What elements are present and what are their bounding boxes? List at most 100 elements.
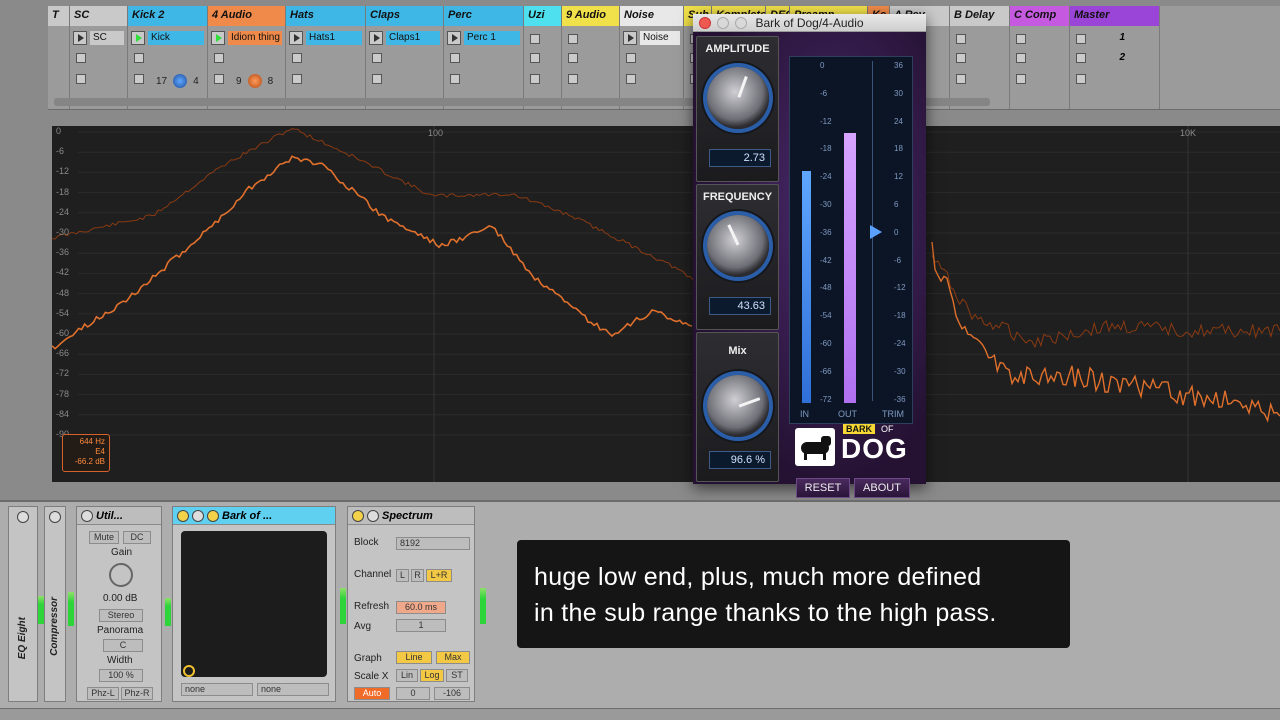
arm-button-icon[interactable] [372, 74, 382, 84]
clip-stop-icon[interactable] [214, 53, 224, 63]
track-0[interactable]: T [48, 6, 70, 109]
graph-line-button[interactable]: Line [396, 651, 432, 664]
arm-button-icon[interactable] [76, 74, 86, 84]
plugin-titlebar[interactable]: Bark of Dog/4-Audio [693, 14, 926, 32]
clip-slot[interactable]: Claps1 [369, 30, 440, 46]
arm-button-icon[interactable] [1016, 74, 1026, 84]
clip-stop-icon[interactable] [292, 53, 302, 63]
arm-button-icon[interactable] [956, 74, 966, 84]
track-3[interactable]: 4 Audio Idiom thing 9 8 [208, 6, 286, 109]
track-4[interactable]: Hats Hats1 [286, 6, 366, 109]
track-7[interactable]: Uzi [524, 6, 562, 109]
clip-stop-icon[interactable] [76, 53, 86, 63]
arm-button-icon[interactable] [626, 74, 636, 84]
bark-of-dog-device[interactable]: Bark of ... none none [172, 506, 336, 702]
stop-button-icon[interactable] [530, 34, 540, 44]
clip-launch-icon[interactable] [131, 31, 145, 45]
track-header[interactable]: Perc [444, 6, 523, 26]
utility-device[interactable]: Util... Mute DC Gain 0.00 dB Stereo Pano… [76, 506, 162, 702]
frequency-knob[interactable] [707, 215, 769, 277]
auto-button[interactable]: Auto [354, 687, 390, 700]
track-16[interactable]: B Delay [950, 6, 1010, 109]
clip-stop-icon[interactable] [626, 53, 636, 63]
clip-name[interactable]: Perc 1 [464, 31, 520, 45]
track-header[interactable]: 9 Audio [562, 6, 619, 26]
clip-stop-icon[interactable] [568, 53, 578, 63]
track-8[interactable]: 9 Audio [562, 6, 620, 109]
utility-mute-button[interactable]: Mute [89, 531, 119, 544]
about-button[interactable]: ABOUT [854, 478, 910, 498]
track-header[interactable]: Kick 2 [128, 6, 207, 26]
utility-power-button[interactable] [81, 509, 93, 522]
clip-stop-icon[interactable] [1016, 53, 1026, 63]
bark-power-button[interactable] [177, 509, 189, 522]
avg-value[interactable]: 1 [396, 619, 446, 632]
refresh-value[interactable]: 60.0 ms [396, 601, 446, 614]
arm-button-icon[interactable] [450, 74, 460, 84]
bark-plugin-panel[interactable] [181, 531, 327, 677]
utility-dc-button[interactable]: DC [123, 531, 151, 544]
track-header[interactable]: Master [1070, 6, 1159, 26]
scale-log-button[interactable]: Log [420, 669, 444, 682]
scene-number[interactable]: 2 [1119, 52, 1125, 63]
minimize-window-button[interactable] [717, 17, 729, 29]
track-header[interactable]: Hats [286, 6, 365, 26]
track-header[interactable]: Noise [620, 6, 683, 26]
channel-l-button[interactable]: L [396, 569, 409, 582]
clip-name[interactable]: Idiom thing [228, 31, 282, 45]
close-window-button[interactable] [699, 17, 711, 29]
track-17[interactable]: C Comp [1010, 6, 1070, 109]
mix-value[interactable]: 96.6 % [709, 451, 771, 469]
compressor-device[interactable]: Compressor [44, 506, 66, 702]
clip-name[interactable]: SC [90, 31, 124, 45]
clip-stop-icon[interactable] [1076, 53, 1086, 63]
spectrum-device[interactable]: Spectrum Block 8192 Channel L R L+R Refr… [347, 506, 475, 702]
utility-phz-l-button[interactable]: Phz-L [87, 687, 119, 700]
track-5[interactable]: Claps Claps1 [366, 6, 444, 109]
zoom-window-button[interactable] [735, 17, 747, 29]
eq-eight-power-button[interactable] [17, 511, 29, 523]
trim-handle[interactable] [870, 225, 882, 239]
clip-launch-icon[interactable] [447, 31, 461, 45]
track-header[interactable]: C Comp [1010, 6, 1069, 26]
stop-button-icon[interactable] [1076, 34, 1086, 44]
spectrum-fold-button[interactable] [367, 509, 379, 522]
clip-launch-icon[interactable] [289, 31, 303, 45]
clip-name[interactable]: Hats1 [306, 31, 362, 45]
send-value[interactable]: 17 [156, 76, 167, 87]
clip-launch-icon[interactable] [623, 31, 637, 45]
clip-stop-icon[interactable] [530, 53, 540, 63]
clip-slot[interactable]: Perc 1 [447, 30, 520, 46]
arm-button-icon[interactable] [214, 74, 224, 84]
clip-launch-icon[interactable] [369, 31, 383, 45]
bark-fold-button[interactable] [192, 509, 204, 522]
channel-lr-button[interactable]: L+R [426, 569, 452, 582]
clip-stop-icon[interactable] [372, 53, 382, 63]
track-header[interactable]: T [48, 6, 69, 26]
track-header[interactable]: Uzi [524, 6, 561, 26]
stop-button-icon[interactable] [956, 34, 966, 44]
utility-stereo-select[interactable]: Stereo [99, 609, 143, 622]
track-9[interactable]: Noise Noise [620, 6, 684, 109]
pan-knob-icon[interactable] [173, 74, 188, 88]
graph-max-button[interactable]: Max [436, 651, 470, 664]
clip-name[interactable]: Claps1 [386, 31, 440, 45]
arm-button-icon[interactable] [134, 74, 144, 84]
reset-button[interactable]: RESET [796, 478, 850, 498]
scale-st-button[interactable]: ST [446, 669, 468, 682]
utility-phz-r-button[interactable]: Phz-R [121, 687, 153, 700]
eq-eight-device[interactable]: EQ Eight [8, 506, 38, 702]
stop-button-icon[interactable] [1016, 34, 1026, 44]
frequency-value[interactable]: 43.63 [709, 297, 771, 315]
clip-stop-icon[interactable] [450, 53, 460, 63]
track-6[interactable]: Perc Perc 1 [444, 6, 524, 109]
amplitude-knob[interactable] [707, 67, 769, 129]
bark-select-1[interactable]: none [181, 683, 253, 696]
clip-slot[interactable]: SC [73, 30, 124, 46]
track-18[interactable]: Master 1 2 [1070, 6, 1160, 109]
arm-button-icon[interactable] [530, 74, 540, 84]
pan-knob-icon[interactable] [247, 74, 262, 88]
utility-gain-value[interactable]: 0.00 dB [103, 593, 137, 604]
send-value[interactable]: 9 [236, 76, 242, 87]
clip-name[interactable]: Noise [640, 31, 680, 45]
